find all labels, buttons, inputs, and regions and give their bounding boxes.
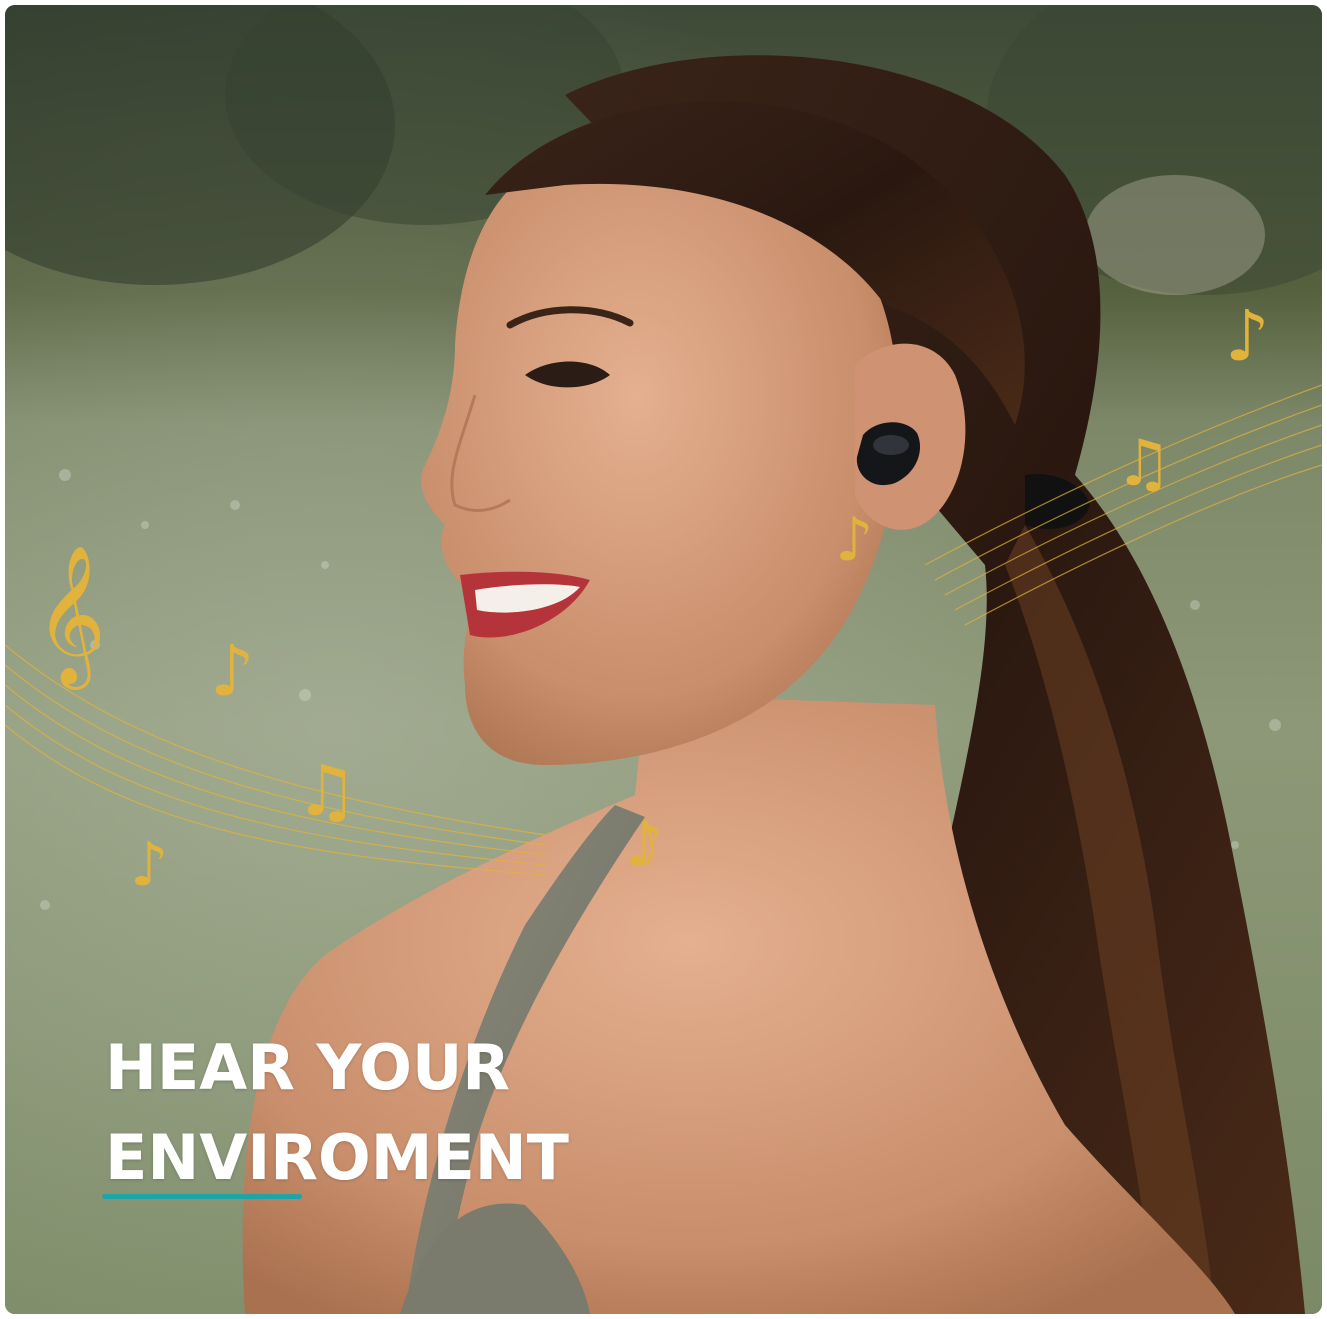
treble-clef-icon: 𝄞 xyxy=(35,545,106,690)
eighth-note-icon: ♪ xyxy=(835,505,873,575)
headline: HEAR YOUR ENVIROMENT xyxy=(105,1023,569,1203)
beamed-notes-icon: ♫ xyxy=(1115,427,1172,501)
product-image-card: 𝄞 ♪ ♫ ♪ ♪ ♪ ♫ ♪ HEAR YOUR ENVIROMENT xyxy=(5,5,1322,1314)
eighth-note-icon: ♪ xyxy=(210,630,255,712)
headline-line-2: ENVIROMENT xyxy=(105,1121,569,1194)
beamed-notes-icon: ♫ xyxy=(295,750,358,832)
eighth-note-icon: ♪ xyxy=(130,830,168,900)
eighth-note-icon: ♪ xyxy=(1225,295,1270,377)
accent-underline xyxy=(102,1194,302,1199)
eighth-note-icon: ♪ xyxy=(625,810,663,880)
headline-line-1: HEAR YOUR xyxy=(105,1031,511,1104)
